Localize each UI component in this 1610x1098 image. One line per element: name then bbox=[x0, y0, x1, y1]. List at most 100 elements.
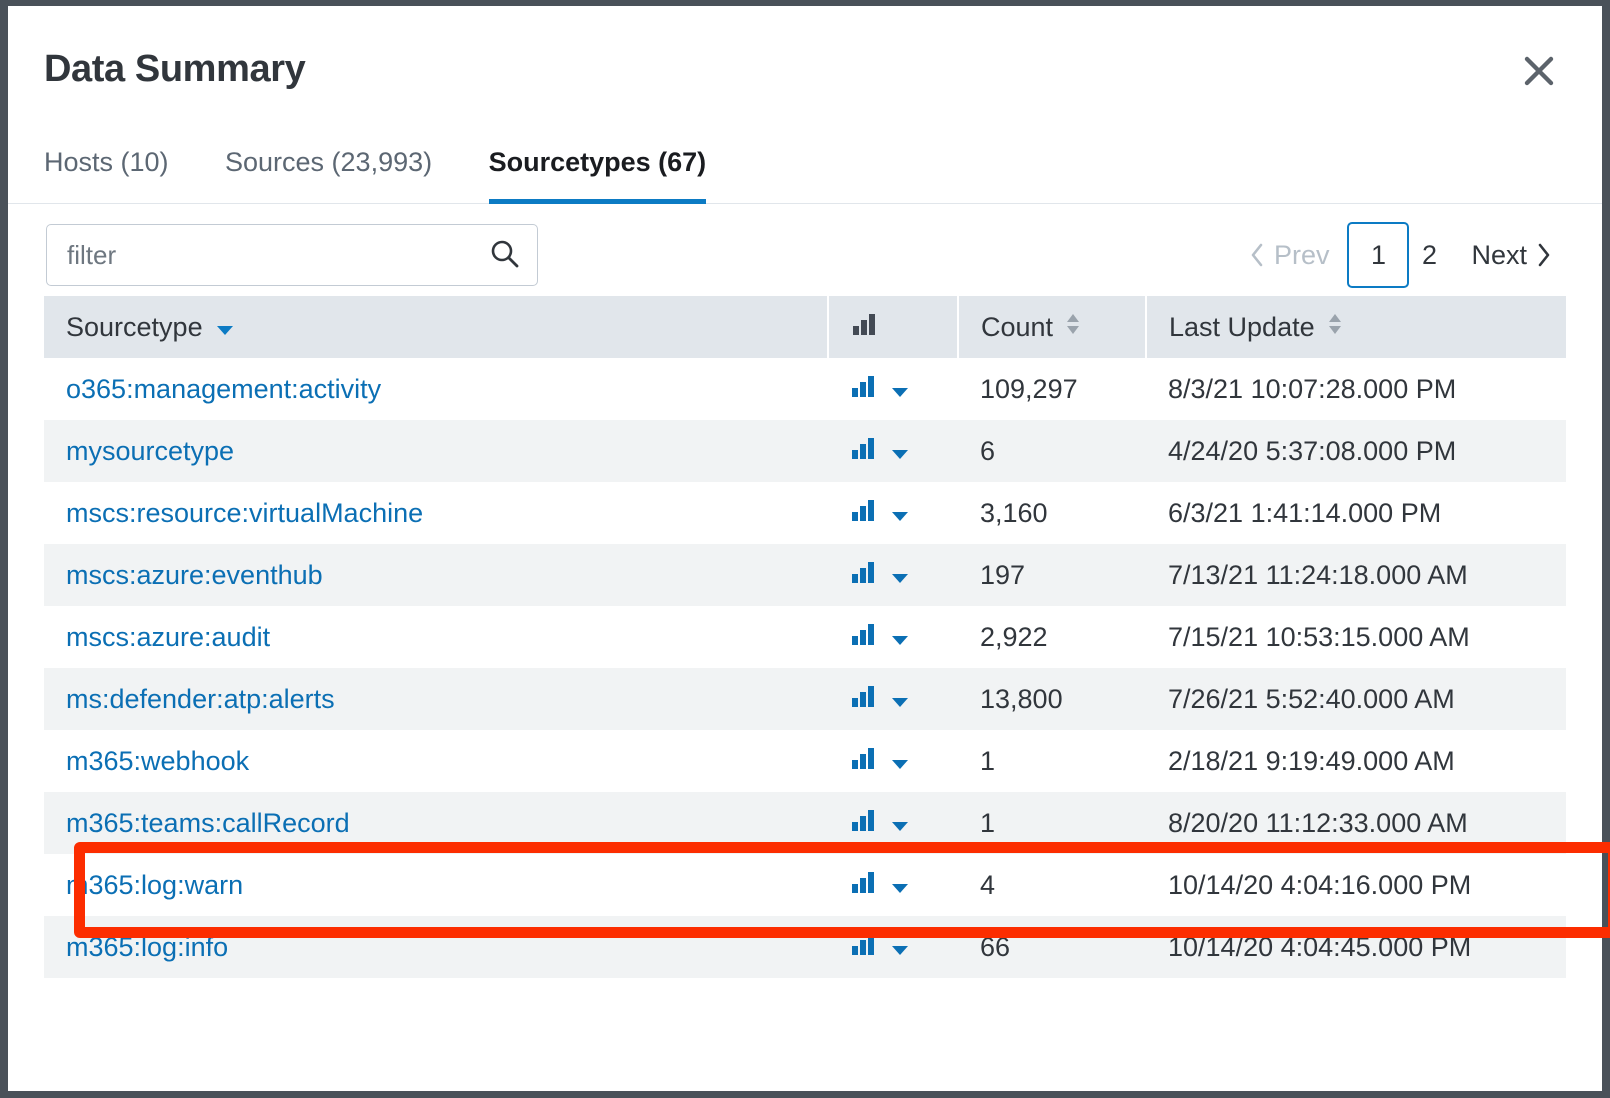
tab-hosts[interactable]: Hosts (10) bbox=[44, 126, 169, 204]
table-row: ms:defender:atp:alerts 13,800 7/26/21 5:52… bbox=[44, 668, 1566, 730]
sourcetype-link[interactable]: mysourcetype bbox=[66, 436, 234, 466]
cell-sourcetype: o365:management:activity bbox=[44, 358, 828, 420]
bar-chart-icon[interactable] bbox=[850, 435, 876, 468]
cell-last-update: 4/24/20 5:37:08.000 PM bbox=[1146, 420, 1566, 482]
bar-chart-icon[interactable] bbox=[850, 869, 876, 902]
chevron-down-icon[interactable] bbox=[890, 870, 910, 901]
bar-chart-icon[interactable] bbox=[850, 373, 876, 406]
cell-sourcetype: mscs:azure:audit bbox=[44, 606, 828, 668]
cell-count: 4 bbox=[958, 854, 1146, 916]
chevron-down-icon[interactable] bbox=[890, 622, 910, 653]
data-summary-modal: Data Summary Hosts (10) Sources (23,993)… bbox=[8, 6, 1610, 1091]
cell-sparkline bbox=[828, 792, 958, 854]
bar-chart-icon[interactable] bbox=[850, 621, 876, 654]
table-row: m365:log:warn 4 10/14/20 4:04:16.000 PM bbox=[44, 854, 1566, 916]
cell-last-update: 6/3/21 1:41:14.000 PM bbox=[1146, 482, 1566, 544]
cell-sparkline bbox=[828, 916, 958, 978]
table-row: mysourcetype 6 4/24/20 5:37:08.000 PM bbox=[44, 420, 1566, 482]
table-header: Sourcetype Count Last Update bbox=[44, 296, 1566, 358]
sparkline-menu[interactable] bbox=[850, 373, 958, 406]
chevron-down-icon[interactable] bbox=[890, 684, 910, 715]
chevron-down-icon[interactable] bbox=[890, 436, 910, 467]
sourcetype-link[interactable]: ms:defender:atp:alerts bbox=[66, 684, 335, 714]
sparkline-menu[interactable] bbox=[850, 621, 958, 654]
cell-last-update: 8/20/20 11:12:33.000 AM bbox=[1146, 792, 1566, 854]
table-row: mscs:resource:virtualMachine 3,160 6/3/21 … bbox=[44, 482, 1566, 544]
sparkline-menu[interactable] bbox=[850, 869, 958, 902]
cell-count: 1 bbox=[958, 730, 1146, 792]
sourcetype-link[interactable]: o365:management:activity bbox=[66, 374, 381, 404]
sort-descending-icon bbox=[215, 312, 235, 343]
cell-sparkline bbox=[828, 482, 958, 544]
cell-count: 2,922 bbox=[958, 606, 1146, 668]
sourcetype-link[interactable]: m365:log:info bbox=[66, 932, 228, 962]
filter-search-box[interactable] bbox=[46, 224, 538, 286]
table-row: mscs:azure:audit 2,922 7/15/21 10:53:15.00… bbox=[44, 606, 1566, 668]
cell-count: 109,297 bbox=[958, 358, 1146, 420]
pagination: Prev 1 2 Next bbox=[1231, 222, 1564, 288]
cell-sourcetype: m365:teams:callRecord bbox=[44, 792, 828, 854]
pagination-next[interactable]: Next bbox=[1449, 240, 1564, 271]
cell-sourcetype: mscs:resource:virtualMachine bbox=[44, 482, 828, 544]
sparkline-menu[interactable] bbox=[850, 497, 958, 530]
bar-chart-icon[interactable] bbox=[850, 745, 876, 778]
sparkline-menu[interactable] bbox=[850, 745, 958, 778]
tab-bar: Hosts (10) Sources (23,993) Sourcetypes … bbox=[8, 126, 1602, 204]
cell-last-update: 8/3/21 10:07:28.000 PM bbox=[1146, 358, 1566, 420]
sourcetypes-table: Sourcetype Count Last Update o365:manage… bbox=[44, 296, 1566, 978]
sourcetype-link[interactable]: m365:log:warn bbox=[66, 870, 243, 900]
search-icon[interactable] bbox=[489, 238, 521, 275]
cell-sourcetype: m365:log:warn bbox=[44, 854, 828, 916]
bar-chart-icon[interactable] bbox=[850, 931, 876, 964]
bar-chart-icon[interactable] bbox=[850, 497, 876, 530]
sparkline-menu[interactable] bbox=[850, 931, 958, 964]
table-row: o365:management:activity 109,297 8/3/21 10… bbox=[44, 358, 1566, 420]
cell-sparkline bbox=[828, 668, 958, 730]
cell-last-update: 10/14/20 4:04:16.000 PM bbox=[1146, 854, 1566, 916]
tab-sources[interactable]: Sources (23,993) bbox=[225, 126, 432, 204]
cell-sparkline bbox=[828, 358, 958, 420]
sourcetype-link[interactable]: m365:teams:callRecord bbox=[66, 808, 350, 838]
pagination-next-label: Next bbox=[1471, 239, 1527, 270]
column-header-sourcetype[interactable]: Sourcetype bbox=[44, 296, 829, 358]
bar-chart-icon[interactable] bbox=[850, 683, 876, 716]
tab-sourcetypes[interactable]: Sourcetypes (67) bbox=[488, 126, 706, 204]
cell-sparkline bbox=[828, 730, 958, 792]
cell-count: 3,160 bbox=[958, 482, 1146, 544]
page-title: Data Summary bbox=[44, 48, 306, 90]
pagination-page-2[interactable]: 2 bbox=[1409, 222, 1449, 288]
pagination-page-1[interactable]: 1 bbox=[1347, 222, 1410, 288]
sourcetype-link[interactable]: m365:webhook bbox=[66, 746, 249, 776]
sparkline-menu[interactable] bbox=[850, 559, 958, 592]
cell-sparkline bbox=[828, 420, 958, 482]
sparkline-menu[interactable] bbox=[850, 683, 958, 716]
sourcetypes-table-wrap: Sourcetype Count Last Update o365:manage… bbox=[44, 296, 1610, 978]
chevron-down-icon[interactable] bbox=[890, 560, 910, 591]
sourcetype-link[interactable]: mscs:resource:virtualMachine bbox=[66, 498, 423, 528]
cell-count: 13,800 bbox=[958, 668, 1146, 730]
cell-sourcetype: ms:defender:atp:alerts bbox=[44, 668, 828, 730]
column-header-last-update[interactable]: Last Update bbox=[1146, 296, 1566, 358]
chevron-down-icon[interactable] bbox=[890, 498, 910, 529]
cell-sourcetype: mscs:azure:eventhub bbox=[44, 544, 828, 606]
close-icon[interactable] bbox=[1518, 50, 1560, 92]
bar-chart-icon[interactable] bbox=[850, 807, 876, 840]
bar-chart-icon[interactable] bbox=[850, 559, 876, 592]
column-header-count-label: Count bbox=[981, 311, 1054, 342]
pagination-prev[interactable]: Prev bbox=[1231, 240, 1348, 271]
sparkline-menu[interactable] bbox=[850, 435, 958, 468]
search-input[interactable] bbox=[67, 225, 467, 285]
pagination-prev-label: Prev bbox=[1273, 239, 1330, 270]
chevron-down-icon[interactable] bbox=[890, 932, 910, 963]
chevron-down-icon[interactable] bbox=[890, 808, 910, 839]
sourcetype-link[interactable]: mscs:azure:audit bbox=[66, 622, 270, 652]
bar-chart-icon bbox=[851, 311, 877, 344]
column-header-sparkline[interactable] bbox=[828, 296, 959, 358]
chevron-down-icon[interactable] bbox=[890, 374, 910, 405]
table-body: o365:management:activity 109,297 8/3/21 10… bbox=[44, 358, 1566, 978]
sparkline-menu[interactable] bbox=[850, 807, 958, 840]
column-header-count[interactable]: Count bbox=[958, 296, 1147, 358]
cell-sparkline bbox=[828, 544, 958, 606]
sourcetype-link[interactable]: mscs:azure:eventhub bbox=[66, 560, 323, 590]
chevron-down-icon[interactable] bbox=[890, 746, 910, 777]
